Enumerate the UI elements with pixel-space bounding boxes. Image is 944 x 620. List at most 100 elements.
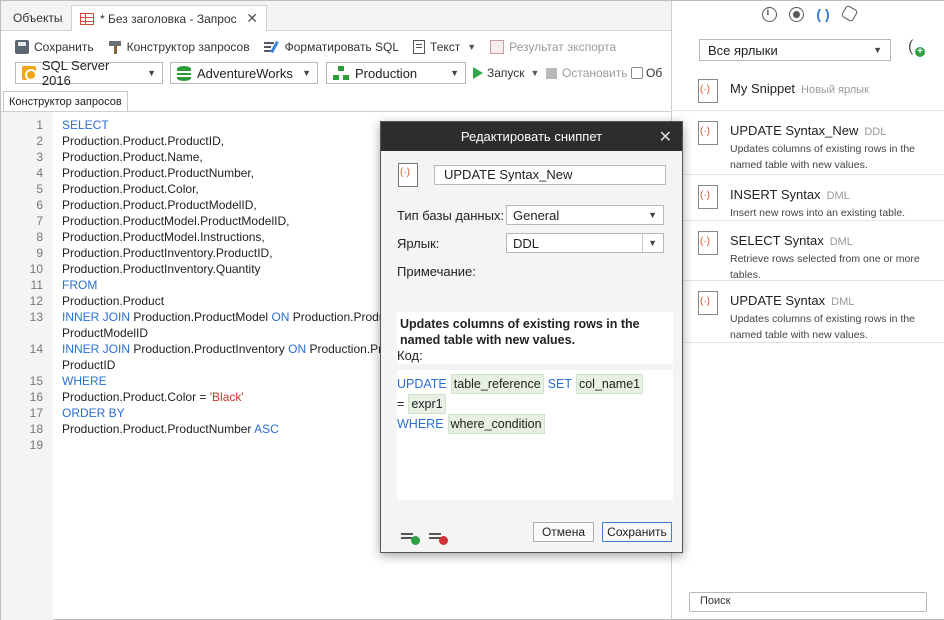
tab-objects-label: Объекты bbox=[13, 11, 63, 25]
line-content: ProductModelID bbox=[62, 325, 148, 341]
code-label: Код: bbox=[397, 348, 423, 363]
export-icon bbox=[490, 40, 505, 54]
save-snippet-button[interactable]: Сохранить bbox=[602, 522, 672, 542]
chevron-down-icon: ▼ bbox=[467, 42, 477, 52]
line-number: 16 bbox=[29, 390, 43, 404]
chevron-down-icon: ▼ bbox=[873, 45, 882, 55]
sql-text: Production.Product.ProductModelID, bbox=[62, 198, 257, 212]
app-window: Объекты * Без заголовка - Запрос ✕ Сохра… bbox=[0, 0, 944, 620]
add-placeholder-icon[interactable] bbox=[401, 532, 420, 545]
search-input[interactable]: Поиск bbox=[689, 592, 927, 612]
save-button[interactable]: Сохранить bbox=[15, 40, 94, 54]
explain-label: Об bbox=[646, 66, 663, 80]
database-select[interactable]: AdventureWorks ▼ bbox=[170, 62, 318, 84]
sql-server-icon bbox=[22, 66, 37, 81]
snippet-item[interactable]: INSERT Syntax DML Insert new rows into an … bbox=[672, 175, 944, 221]
snippet-icon[interactable]: ( ) bbox=[816, 7, 831, 22]
line-content: SELECT bbox=[62, 117, 109, 133]
close-icon[interactable]: ✕ bbox=[659, 127, 672, 147]
snippet-name-input[interactable]: UPDATE Syntax_New bbox=[434, 165, 666, 185]
schema-select[interactable]: Production ▼ bbox=[326, 62, 466, 84]
snippet-file-icon bbox=[698, 185, 718, 209]
line-number: 15 bbox=[29, 374, 43, 388]
stop-button[interactable]: Остановить bbox=[546, 66, 628, 80]
chevron-down-icon: ▼ bbox=[302, 68, 311, 78]
add-snippet-icon[interactable] bbox=[908, 38, 926, 59]
db-type-label: Тип базы данных: bbox=[397, 208, 505, 223]
database-icon bbox=[177, 65, 191, 81]
snippet-title-text: SELECT Syntax bbox=[730, 233, 824, 248]
connection-toolbar: SQL Server 2016 ▼ AdventureWorks ▼ Produ… bbox=[1, 58, 671, 88]
settings-icon[interactable] bbox=[840, 4, 858, 23]
preview-icon[interactable] bbox=[788, 7, 804, 22]
sql-text: Production.ProductInventory bbox=[130, 342, 289, 356]
db-type-select[interactable]: General ▼ bbox=[506, 205, 664, 225]
note-textarea[interactable]: Updates columns of existing rows in the … bbox=[397, 312, 673, 364]
save-icon bbox=[15, 40, 29, 54]
sql-keyword: FROM bbox=[62, 278, 98, 292]
server-select[interactable]: SQL Server 2016 ▼ bbox=[15, 58, 163, 88]
snippet-item[interactable]: UPDATE Syntax DML Updates columns of exist… bbox=[672, 281, 944, 343]
code-editor[interactable]: UPDATE table_reference SET col_name1 = e… bbox=[397, 370, 673, 500]
sql-keyword: SELECT bbox=[62, 118, 109, 132]
line-number bbox=[1, 357, 43, 373]
panel-icon-bar: ( ) bbox=[672, 4, 944, 25]
remove-placeholder-icon[interactable] bbox=[429, 532, 448, 545]
chevron-down-icon: ▼ bbox=[648, 210, 657, 220]
export-result-button[interactable]: Результат экспорта bbox=[490, 40, 616, 54]
code-placeholder[interactable]: expr1 bbox=[408, 394, 446, 414]
snippet-description: Retrieve rows selected from one or more … bbox=[730, 253, 920, 281]
line-content: Production.ProductInventory.Quantity bbox=[62, 261, 261, 277]
tab-query-label: * Без заголовка - Запрос bbox=[100, 11, 237, 26]
code-placeholder[interactable]: where_condition bbox=[447, 414, 545, 434]
snippet-description: Updates columns of existing rows in the … bbox=[730, 313, 916, 341]
snippet-title-text: INSERT Syntax bbox=[730, 187, 821, 202]
close-icon[interactable]: ✕ bbox=[246, 10, 258, 27]
format-sql-button[interactable]: Форматировать SQL bbox=[263, 40, 399, 54]
explain-button[interactable]: Об bbox=[631, 66, 662, 80]
query-builder-button[interactable]: Конструктор запросов bbox=[108, 40, 250, 54]
label-filter-select[interactable]: Все ярлыки ▼ bbox=[699, 39, 891, 61]
code-placeholder[interactable]: table_reference bbox=[450, 374, 544, 394]
sql-text: Production.Product.ProductID, bbox=[62, 134, 225, 148]
line-number: 11 bbox=[30, 278, 43, 292]
tab-objects[interactable]: Объекты bbox=[5, 5, 71, 31]
line-content: INNER JOIN Production.ProductInventory O… bbox=[62, 341, 389, 357]
doc-tab-label: Конструктор запросов bbox=[9, 95, 122, 108]
label-field-label: Ярлык: bbox=[397, 236, 440, 251]
snippet-tag: DML bbox=[826, 190, 850, 202]
cancel-button[interactable]: Отмена bbox=[533, 522, 594, 542]
sql-keyword: ON bbox=[288, 342, 307, 356]
info-icon[interactable] bbox=[761, 7, 777, 22]
tab-query-builder[interactable]: Конструктор запросов bbox=[3, 91, 128, 111]
sql-text: Production.Product.Color = bbox=[62, 390, 210, 404]
tab-query[interactable]: * Без заголовка - Запрос ✕ bbox=[71, 5, 267, 31]
line-number: 9 bbox=[36, 246, 43, 260]
line-content: Production.Product.Color = 'Black' bbox=[62, 389, 244, 405]
snippet-list: My Snippet Новый ярлык UPDATE Syntax_New DD… bbox=[672, 69, 944, 343]
line-number: 7 bbox=[36, 214, 43, 228]
label-select[interactable]: DDL ▼ bbox=[506, 233, 664, 253]
snippet-item[interactable]: SELECT Syntax DML Retrieve rows selected f… bbox=[672, 221, 944, 281]
line-content: ProductID bbox=[62, 357, 115, 373]
explain-icon bbox=[631, 67, 643, 79]
snippet-item[interactable]: My Snippet Новый ярлык bbox=[672, 69, 944, 111]
run-button[interactable]: Запуск ▼ bbox=[473, 66, 539, 80]
line-number: 3 bbox=[36, 150, 43, 164]
snippet-title-text: UPDATE Syntax_New bbox=[730, 123, 859, 138]
line-number: 2 bbox=[36, 134, 43, 148]
line-number: 13 bbox=[29, 310, 43, 324]
sql-text: Production.Product.ProductNumber bbox=[62, 422, 255, 436]
save-label: Сохранить bbox=[34, 40, 94, 54]
table-grid-icon bbox=[80, 12, 94, 25]
label-filter-value: Все ярлыки bbox=[708, 42, 778, 58]
sql-text: Production.Product bbox=[62, 294, 165, 308]
line-number: 5 bbox=[36, 182, 43, 196]
snippet-item[interactable]: UPDATE Syntax_New DDL Updates columns of e… bbox=[672, 111, 944, 175]
text-menu-button[interactable]: Текст ▼ bbox=[413, 40, 476, 54]
sql-text: Production.Product.Color, bbox=[62, 182, 199, 196]
code-placeholder[interactable]: col_name1 bbox=[575, 374, 644, 394]
schema-value: Production bbox=[355, 65, 418, 81]
line-content: Production.Product.ProductID, bbox=[62, 133, 224, 149]
sql-keyword: ON bbox=[271, 310, 290, 324]
